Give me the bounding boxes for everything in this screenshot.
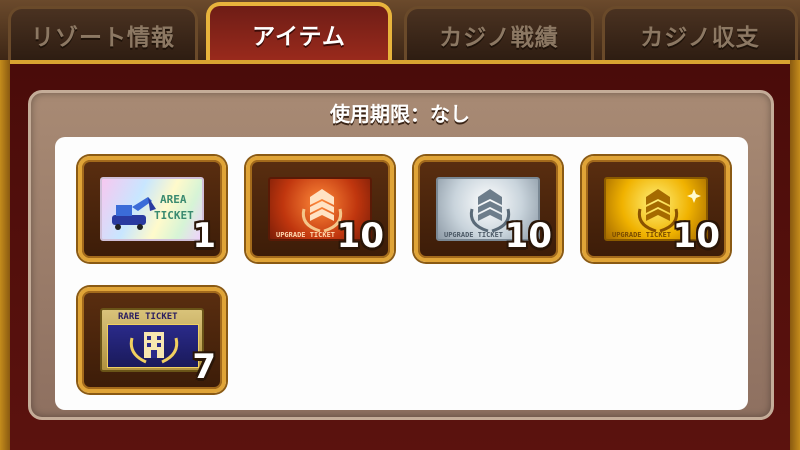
- item-slot-silver-upgrade-ticket[interactable]: UPGRADE TICKET 10: [414, 156, 562, 262]
- area-ticket-icon: AREA TICKET: [100, 177, 204, 241]
- item-count: 1: [192, 216, 216, 256]
- upgrade-ticket-text: UPGRADE TICKET: [276, 231, 336, 239]
- upgrade-ticket-text: UPGRADE TICKET: [444, 231, 504, 239]
- item-count: 7: [192, 347, 216, 387]
- area-ticket-text-line2: TICKET: [154, 209, 194, 222]
- item-slot-rare-ticket[interactable]: RARE TICKET 7: [78, 287, 226, 393]
- expiry-label: 使用期限：なし: [330, 102, 470, 126]
- area-ticket-text-line1: AREA: [160, 193, 187, 206]
- upgrade-ticket-text: UPGRADE TICKET: [612, 231, 672, 239]
- item-count: 10: [672, 216, 720, 256]
- tab-resort-info[interactable]: リゾート情報: [8, 6, 198, 60]
- item-count: 10: [336, 216, 384, 256]
- item-slot-area-ticket[interactable]: AREA TICKET 1: [78, 156, 226, 262]
- item-count: 10: [504, 216, 552, 256]
- building-icon: [129, 332, 179, 364]
- item-slot-gold-upgrade-ticket[interactable]: UPGRADE TICKET 10: [582, 156, 730, 262]
- rare-ticket-icon: RARE TICKET: [100, 308, 204, 372]
- tab-casino-record[interactable]: カジノ戦績: [404, 6, 594, 60]
- tab-casino-balance[interactable]: カジノ収支: [602, 6, 798, 60]
- item-slot-bronze-upgrade-ticket[interactable]: UPGRADE TICKET 10: [246, 156, 394, 262]
- tab-items[interactable]: アイテム: [206, 2, 392, 62]
